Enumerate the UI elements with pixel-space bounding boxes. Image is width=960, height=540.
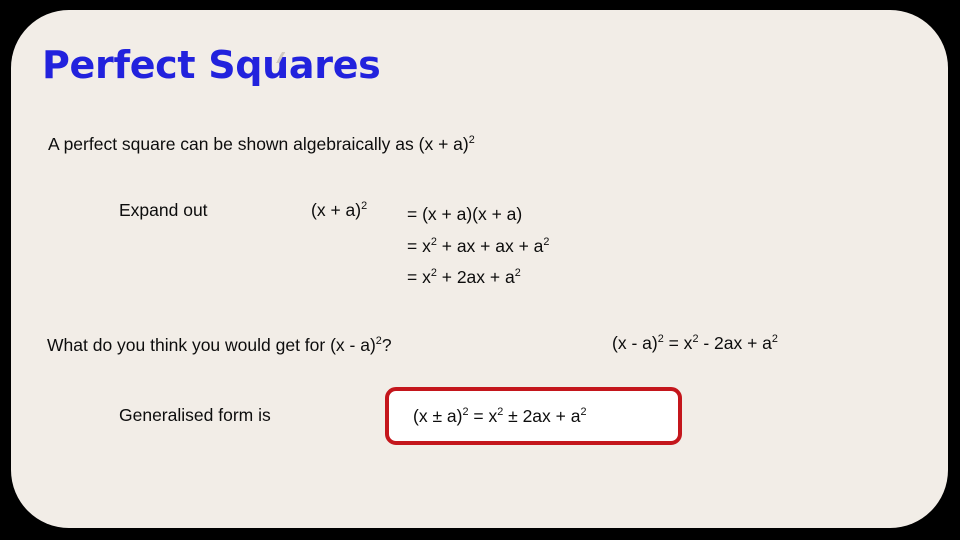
generalised-form-formula-a: (x ± a) <box>413 406 463 426</box>
expand-step-2-sup-2: 2 <box>543 235 550 248</box>
minus-case-result-b: = x <box>663 333 693 353</box>
intro-sentence: A perfect square can be shown algebraica… <box>48 133 475 157</box>
generalised-form-highlight-box: (x ± a)2 = x2 ± 2ax + a2 <box>385 387 682 445</box>
expand-out-label: Expand out <box>119 200 208 220</box>
expand-out-expression-base: (x + a) <box>311 200 362 220</box>
minus-case-result-c: - 2ax + a <box>698 333 772 353</box>
expand-step-1-text: = (x + a)(x + a) <box>407 204 523 224</box>
expand-out-steps: = (x + a)(x + a) = x2 + ax + ax + a2 = x… <box>407 199 549 294</box>
slide-root: Perfect Squares A perfect square can be … <box>0 0 960 540</box>
minus-case-result-sup-3: 2 <box>771 333 778 346</box>
generalised-form-formula-b: = x <box>468 406 498 426</box>
expand-step-2: = x2 + ax + ax + a2 <box>407 231 549 263</box>
minus-case-result: (x - a)2 = x2 - 2ax + a2 <box>612 332 778 356</box>
generalised-form-formula: (x ± a)2 = x2 ± 2ax + a2 <box>413 406 587 427</box>
expand-step-3-text-b: + 2ax + a <box>436 267 515 287</box>
expand-step-3-sup-2: 2 <box>514 267 521 280</box>
generalised-form-label: Generalised form is <box>119 405 271 425</box>
expand-step-2-text-a: = x <box>407 235 431 256</box>
slide-card: Perfect Squares A perfect square can be … <box>11 10 948 528</box>
expand-step-1: = (x + a)(x + a) <box>407 199 549 231</box>
expand-out-expression-exponent: 2 <box>361 200 368 213</box>
question-sentence-suffix: ? <box>381 335 392 355</box>
question-sentence-text: What do you think you would get for (x -… <box>47 335 376 355</box>
generalised-form-formula-c: ± 2ax + a <box>503 406 581 426</box>
expand-out-expression: (x + a)2 <box>311 199 367 223</box>
minus-case-result-a: (x - a) <box>612 333 658 353</box>
intro-sentence-exponent: 2 <box>468 134 475 147</box>
page-title: Perfect Squares <box>42 43 381 87</box>
intro-sentence-text: A perfect square can be shown algebraica… <box>48 134 469 154</box>
expand-step-3-text-a: = x <box>407 267 431 287</box>
question-sentence: What do you think you would get for (x -… <box>47 334 392 358</box>
expand-step-3: = x2 + 2ax + a2 <box>407 262 549 294</box>
expand-step-2-text-b: + ax + ax + a <box>436 235 544 256</box>
generalised-form-formula-sup-3: 2 <box>580 406 587 419</box>
